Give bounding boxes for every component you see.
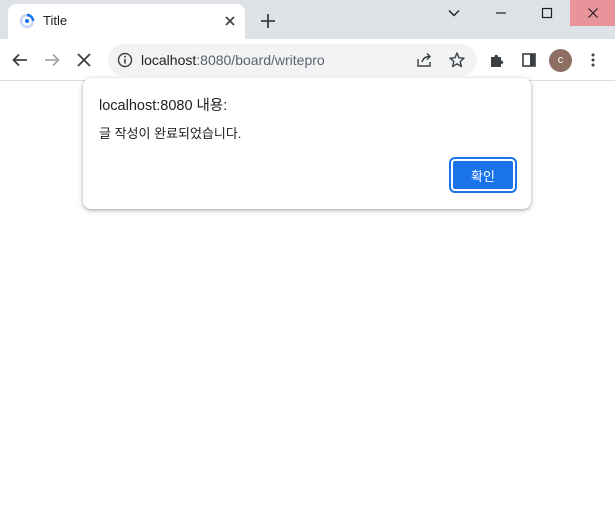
dialog-title: localhost:8080 내용:	[99, 98, 228, 114]
menu-button[interactable]	[582, 49, 604, 71]
stop-button[interactable]	[73, 49, 95, 71]
alert-dialog: localhost:8080 내용: 글 작성이 완료되었습니다. 확인	[83, 78, 531, 209]
forward-button[interactable]	[41, 49, 63, 71]
chevron-down-icon	[448, 10, 460, 17]
dialog-message: 글 작성이 완료되었습니다.	[99, 126, 242, 141]
minimize-button[interactable]	[484, 0, 518, 26]
browser-tab[interactable]: Title	[8, 4, 245, 39]
spinner-favicon-icon	[19, 13, 35, 29]
avatar[interactable]: c	[549, 49, 572, 72]
star-icon[interactable]	[448, 51, 466, 69]
close-icon[interactable]	[223, 14, 237, 28]
url-path: :8080/board/writepro	[196, 52, 325, 68]
share-icon[interactable]	[415, 51, 433, 69]
extensions-button[interactable]	[486, 49, 508, 71]
puzzle-icon	[491, 54, 504, 67]
url-text[interactable]: localhost:8080/board/writepro	[141, 52, 325, 68]
url-host: localhost	[141, 52, 197, 68]
side-panel-button[interactable]	[518, 49, 540, 71]
kebab-menu-icon	[591, 53, 595, 67]
forward-arrow-icon	[45, 53, 60, 67]
close-icon	[587, 8, 598, 18]
minimize-icon	[496, 12, 506, 14]
plus-icon[interactable]	[258, 11, 278, 31]
ok-button[interactable]: 확인	[449, 157, 517, 193]
window-close-button[interactable]	[570, 0, 615, 26]
address-bar[interactable]: localhost:8080/board/writepro	[108, 44, 477, 76]
maximize-button[interactable]	[530, 0, 564, 26]
browser-toolbar: localhost:8080/board/writepro c	[0, 39, 615, 81]
tab-strip: Title	[0, 0, 615, 39]
tab-search-button[interactable]	[437, 0, 471, 26]
back-arrow-icon	[12, 53, 27, 67]
side-panel-icon	[522, 53, 536, 67]
stop-loading-icon	[77, 53, 91, 67]
maximize-icon	[541, 7, 553, 19]
back-button[interactable]	[9, 49, 31, 71]
info-icon[interactable]	[117, 52, 133, 68]
tab-title: Title	[43, 13, 68, 28]
